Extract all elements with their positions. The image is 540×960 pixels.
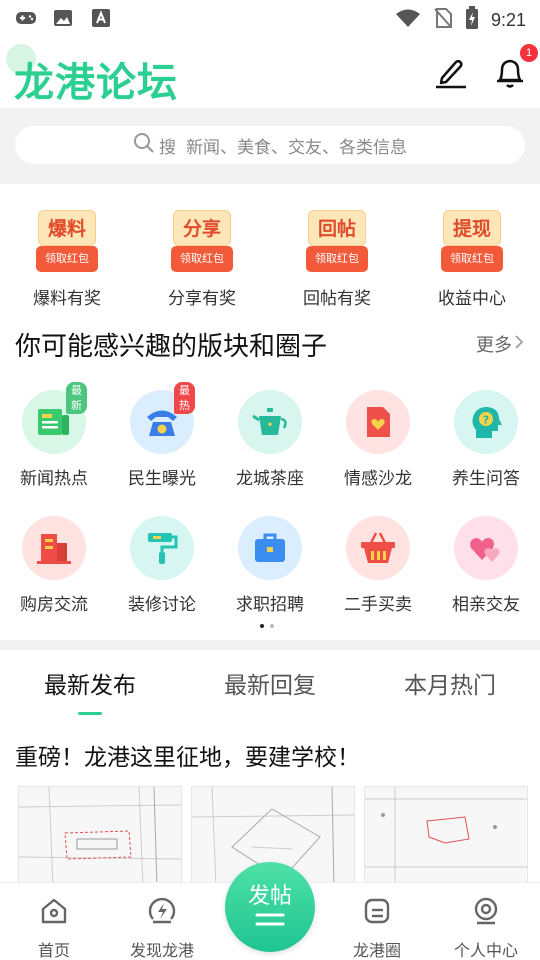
red-packet-icon: 提现 领取红包 — [441, 210, 503, 274]
tab-latest-posts[interactable]: 最新发布 — [0, 666, 180, 700]
search-area: 搜 新闻、美食、交友、各类信息 — [0, 108, 540, 184]
svg-text:?: ? — [483, 414, 489, 427]
no-sim-icon — [433, 7, 453, 33]
search-label: 搜 — [159, 137, 176, 158]
edit-post-icon[interactable] — [432, 54, 468, 90]
reward-label: 收益中心 — [438, 289, 506, 309]
forum-teahouse[interactable]: 龙城茶座 — [216, 390, 324, 489]
post-title[interactable]: 重磅！龙港这里征地，要建学校！ — [15, 738, 360, 772]
forum-housing[interactable]: 购房交流 — [0, 516, 108, 615]
gamepad-icon — [14, 7, 38, 29]
app-header: 龙港论坛 1 — [0, 36, 540, 108]
search-icon — [133, 132, 155, 158]
new-badge: 最新 — [66, 382, 87, 414]
font-icon — [90, 7, 114, 29]
paint-roller-icon — [148, 533, 178, 564]
head-question-icon: ? — [472, 407, 502, 438]
search-input[interactable]: 搜 新闻、美食、交友、各类信息 — [15, 126, 525, 164]
post-image[interactable] — [18, 786, 182, 886]
building-icon — [37, 534, 71, 564]
reward-share[interactable]: 分享 领取红包 分享有奖 — [147, 210, 257, 309]
reward-label: 回帖有奖 — [303, 289, 371, 309]
hot-badge: 最热 — [174, 382, 195, 414]
battery-charging-icon — [465, 6, 479, 34]
nav-profile[interactable]: 个人中心 — [436, 895, 536, 960]
forum-renovation[interactable]: 装修讨论 — [108, 516, 216, 615]
basket-icon — [361, 532, 395, 563]
page-dot — [270, 624, 274, 628]
search-placeholder: 新闻、美食、交友、各类信息 — [186, 137, 407, 158]
red-packet-icon: 回帖 领取红包 — [306, 210, 368, 274]
compass-bolt-icon — [146, 897, 178, 931]
tab-monthly-hot[interactable]: 本月热门 — [360, 666, 540, 700]
reward-row: 爆料 领取红包 爆料有奖 分享 领取红包 分享有奖 回帖 领取红包 回帖有奖 提… — [0, 200, 540, 310]
red-packet-icon: 爆料 领取红包 — [36, 210, 98, 274]
forum-health-qa[interactable]: ? 养生问答 — [432, 390, 540, 489]
forum-page-indicator — [260, 624, 274, 628]
wifi-icon — [395, 8, 421, 32]
reward-baoliao[interactable]: 爆料 领取红包 爆料有奖 — [12, 210, 122, 309]
forum-jobs[interactable]: 求职招聘 — [216, 516, 324, 615]
profile-icon — [470, 897, 502, 931]
section-title: 你可能感兴趣的版块和圈子 — [15, 332, 328, 362]
image-icon — [52, 7, 76, 29]
home-icon — [38, 898, 70, 931]
notification-badge: 1 — [520, 44, 538, 62]
nav-discover[interactable]: 发现龙港 — [112, 895, 212, 960]
hearts-icon — [470, 538, 500, 562]
briefcase-icon — [255, 533, 285, 562]
red-packet-icon: 分享 领取红包 — [171, 210, 233, 274]
reward-reply[interactable]: 回帖 领取红包 回帖有奖 — [282, 210, 392, 309]
forum-news[interactable]: 最新 新闻热点 — [0, 382, 108, 489]
reward-earnings[interactable]: 提现 领取红包 收益中心 — [417, 210, 527, 309]
tab-latest-replies[interactable]: 最新回复 — [180, 666, 360, 700]
clock: 9:21 — [490, 9, 526, 30]
post-image[interactable] — [364, 786, 528, 886]
menu-lines-icon — [255, 913, 285, 934]
circle-board-icon — [361, 898, 393, 931]
reward-label: 爆料有奖 — [33, 289, 101, 309]
forum-civic-exposure[interactable]: 最热 民生曝光 — [108, 382, 216, 489]
tab-indicator — [78, 712, 102, 715]
more-link[interactable]: 更多 — [476, 331, 524, 357]
reward-label: 分享有奖 — [168, 289, 236, 309]
forum-emotions[interactable]: 情感沙龙 — [324, 390, 432, 489]
page-dot-active — [260, 624, 264, 628]
chevron-right-icon — [514, 334, 524, 355]
forum-second-hand[interactable]: 二手买卖 — [324, 516, 432, 615]
nav-home[interactable]: 首页 — [4, 895, 104, 960]
nav-circle[interactable]: 龙港圈 — [327, 895, 427, 960]
teapot-icon — [252, 408, 287, 435]
status-bar: 9:21 — [0, 0, 540, 36]
more-label: 更多 — [476, 335, 512, 356]
section-divider — [0, 640, 540, 650]
feed-tabs: 最新发布 最新回复 本月热门 — [0, 650, 540, 720]
app-title: 龙港论坛 — [14, 60, 178, 106]
heart-letter-icon — [367, 407, 390, 437]
forum-dating[interactable]: 相亲交友 — [432, 516, 540, 615]
new-post-button[interactable]: 发帖 — [225, 862, 315, 952]
